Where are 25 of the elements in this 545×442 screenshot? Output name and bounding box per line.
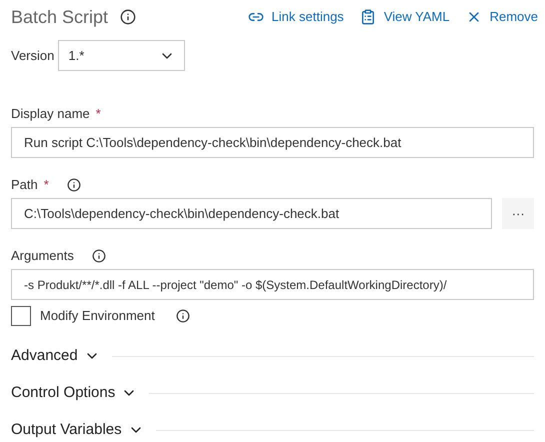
info-icon bbox=[92, 249, 106, 263]
field-label: Path bbox=[11, 176, 38, 194]
info-icon bbox=[66, 178, 81, 192]
action-link[interactable]: Remove bbox=[466, 7, 538, 27]
field-label: Display name bbox=[11, 105, 90, 124]
required-mark: * bbox=[96, 105, 101, 124]
action-link[interactable]: View YAML bbox=[360, 7, 450, 27]
input-field[interactable]: Run script C:\Tools\dependency-check\bin\dependency-check.bat bbox=[11, 127, 534, 158]
checkbox[interactable] bbox=[11, 306, 31, 326]
section-toggle[interactable]: Control Options bbox=[11, 382, 138, 404]
info-icon bbox=[120, 9, 136, 25]
input-field[interactable]: C:\Tools\dependency-check\bin\dependency-check.bat bbox=[11, 198, 492, 229]
required-mark: * bbox=[44, 176, 49, 194]
section-toggle[interactable]: Advanced bbox=[11, 344, 100, 368]
field-label: Arguments bbox=[11, 247, 74, 266]
version-dropdown[interactable]: 1.* bbox=[58, 40, 186, 71]
input-field[interactable]: -s Produkt/**/*.dll -f ALL --project "demo" -o $(System.DefaultWorkingDirectory)/ bbox=[11, 269, 534, 300]
info-icon bbox=[176, 309, 190, 323]
clipboard-icon bbox=[360, 9, 376, 25]
panel-title: Batch Script bbox=[11, 6, 108, 29]
section-toggle[interactable]: Output Variables bbox=[11, 418, 144, 442]
action-link[interactable]: Link settings bbox=[248, 7, 344, 27]
checkbox-label: Modify Environment bbox=[40, 307, 155, 326]
version-label: Version bbox=[11, 46, 54, 65]
browse-button[interactable]: ··· bbox=[502, 198, 534, 229]
